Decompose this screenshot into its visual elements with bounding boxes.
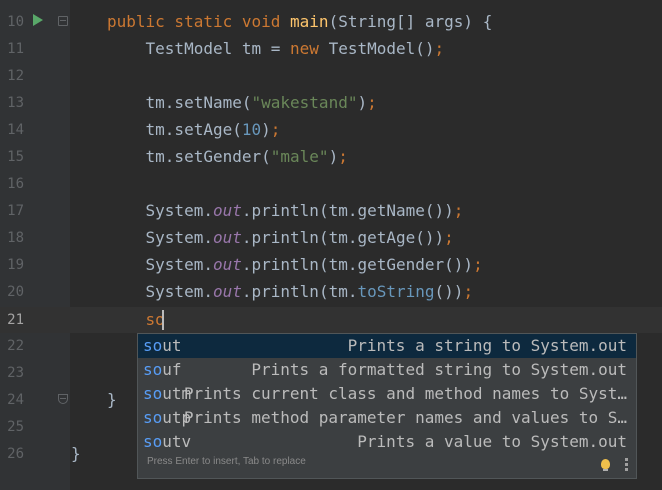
fold-end-icon[interactable] xyxy=(58,394,68,404)
completion-hint: Press Enter to insert, Tab to replace xyxy=(147,456,306,467)
code-line-15: tm.setGender("male"); xyxy=(107,144,348,170)
closing-brace: } xyxy=(107,390,117,409)
code-text: ) xyxy=(357,93,368,112)
lightbulb-icon[interactable] xyxy=(601,459,610,471)
code-line-20: System.out.println(tm.toString()); xyxy=(107,279,474,305)
line-number: 15 xyxy=(7,149,24,165)
line-number: 14 xyxy=(7,122,24,138)
code-line-26: } xyxy=(71,441,81,467)
line-number: 25 xyxy=(7,419,24,435)
line-number: 17 xyxy=(7,203,24,219)
semicolon: ; xyxy=(453,201,464,220)
completion-suffix: ut xyxy=(162,336,182,355)
static-field: out xyxy=(212,201,242,220)
static-field: out xyxy=(212,228,242,247)
semicolon: ; xyxy=(338,147,348,166)
number-literal: 10 xyxy=(241,120,262,139)
matched-prefix: so xyxy=(143,384,163,403)
code-text: System. xyxy=(107,228,213,247)
completion-item-name: souf xyxy=(143,358,182,382)
line-number: 20 xyxy=(7,284,24,300)
matched-prefix: so xyxy=(143,360,163,379)
string-literal: "male" xyxy=(270,147,329,166)
code-text: tm.setName( xyxy=(107,93,252,112)
line-number: 21 xyxy=(7,312,24,328)
code-line-17: System.out.println(tm.getName()); xyxy=(107,198,464,224)
completion-item-name: sout xyxy=(143,334,182,358)
code-line-21: so xyxy=(107,307,165,333)
line-number: 23 xyxy=(7,365,24,381)
run-icon[interactable] xyxy=(33,14,43,26)
completion-item-description: Prints current class and method names to… xyxy=(183,384,627,403)
code-line-24: } xyxy=(107,387,117,413)
completion-item-souf[interactable]: souf Prints a formatted string to System… xyxy=(138,358,636,382)
code-line-14: tm.setAge(10); xyxy=(107,117,281,143)
line-number: 26 xyxy=(7,446,24,462)
code-text: ) xyxy=(328,147,339,166)
line-number: 13 xyxy=(7,95,24,111)
code-text: System. xyxy=(107,201,213,220)
code-text: ) xyxy=(261,120,271,139)
matched-prefix: so xyxy=(143,432,163,451)
matched-prefix: so xyxy=(143,408,163,427)
string-literal: "wakestand" xyxy=(251,93,358,112)
semicolon: ; xyxy=(434,39,445,58)
completion-item-description: Prints a string to System.out xyxy=(347,336,627,355)
line-number: 16 xyxy=(7,176,24,192)
code-line-19: System.out.println(tm.getGender()); xyxy=(107,252,483,278)
more-options-icon[interactable] xyxy=(625,458,628,473)
keyword: public static void xyxy=(107,12,291,31)
line-number: 18 xyxy=(7,230,24,246)
code-line-11: TestModel tm = new TestModel(); xyxy=(107,36,445,62)
completion-item-sout[interactable]: sout Prints a string to System.out xyxy=(138,334,636,358)
semicolon: ; xyxy=(463,282,474,301)
code-text: System. xyxy=(107,282,213,301)
completion-item-soutp[interactable]: soutp Prints method parameter names and … xyxy=(138,406,636,430)
static-field: out xyxy=(212,255,242,274)
code-text: .println(tm.getAge()) xyxy=(241,228,445,247)
method-call: toString xyxy=(357,282,435,301)
text-caret xyxy=(162,310,164,330)
line-number: 22 xyxy=(7,338,24,354)
current-line-highlight xyxy=(0,307,662,333)
completion-item-soutv[interactable]: soutv Prints a value to System.out xyxy=(138,430,636,454)
completion-item-description: Prints a value to System.out xyxy=(357,432,627,451)
code-completion-popup[interactable]: sout Prints a string to System.out souf … xyxy=(137,333,637,479)
keyword: new xyxy=(290,39,319,58)
semicolon: ; xyxy=(367,93,377,112)
code-text: .println(tm. xyxy=(241,282,358,301)
semicolon: ; xyxy=(473,255,483,274)
code-text: .println(tm.getGender()) xyxy=(241,255,474,274)
typed-text: so xyxy=(107,310,165,329)
line-number: 11 xyxy=(7,41,24,57)
line-number: 12 xyxy=(7,68,24,84)
semicolon: ; xyxy=(444,228,454,247)
semicolon: ; xyxy=(270,120,281,139)
code-text: TestModel tm = xyxy=(107,39,291,58)
fold-icon[interactable] xyxy=(58,16,68,26)
method-name: main xyxy=(290,12,329,31)
code-text: TestModel() xyxy=(318,39,435,58)
static-field: out xyxy=(212,282,242,301)
completion-item-description: Prints a formatted string to System.out xyxy=(251,360,627,379)
closing-brace: } xyxy=(71,444,81,463)
code-text: System. xyxy=(107,255,213,274)
matched-prefix: so xyxy=(143,336,163,355)
code-line-10: public static void main(String[] args) { xyxy=(107,9,492,35)
completion-item-description: Prints method parameter names and values… xyxy=(183,408,627,427)
completion-suffix: uf xyxy=(162,360,182,379)
completion-suffix: utv xyxy=(162,432,192,451)
line-number: 10 xyxy=(7,14,24,30)
completion-item-soutm[interactable]: soutm Prints current class and method na… xyxy=(138,382,636,406)
code-text: (String[] args) { xyxy=(328,12,493,31)
code-text: ()) xyxy=(434,282,464,301)
code-text: tm.setAge( xyxy=(107,120,242,139)
code-line-13: tm.setName("wakestand"); xyxy=(107,90,377,116)
code-line-18: System.out.println(tm.getAge()); xyxy=(107,225,454,251)
line-number: 24 xyxy=(7,392,24,408)
line-number: 19 xyxy=(7,257,24,273)
completion-item-name: soutv xyxy=(143,430,191,454)
code-text: .println(tm.getName()) xyxy=(241,201,454,220)
code-text: tm.setGender( xyxy=(107,147,271,166)
